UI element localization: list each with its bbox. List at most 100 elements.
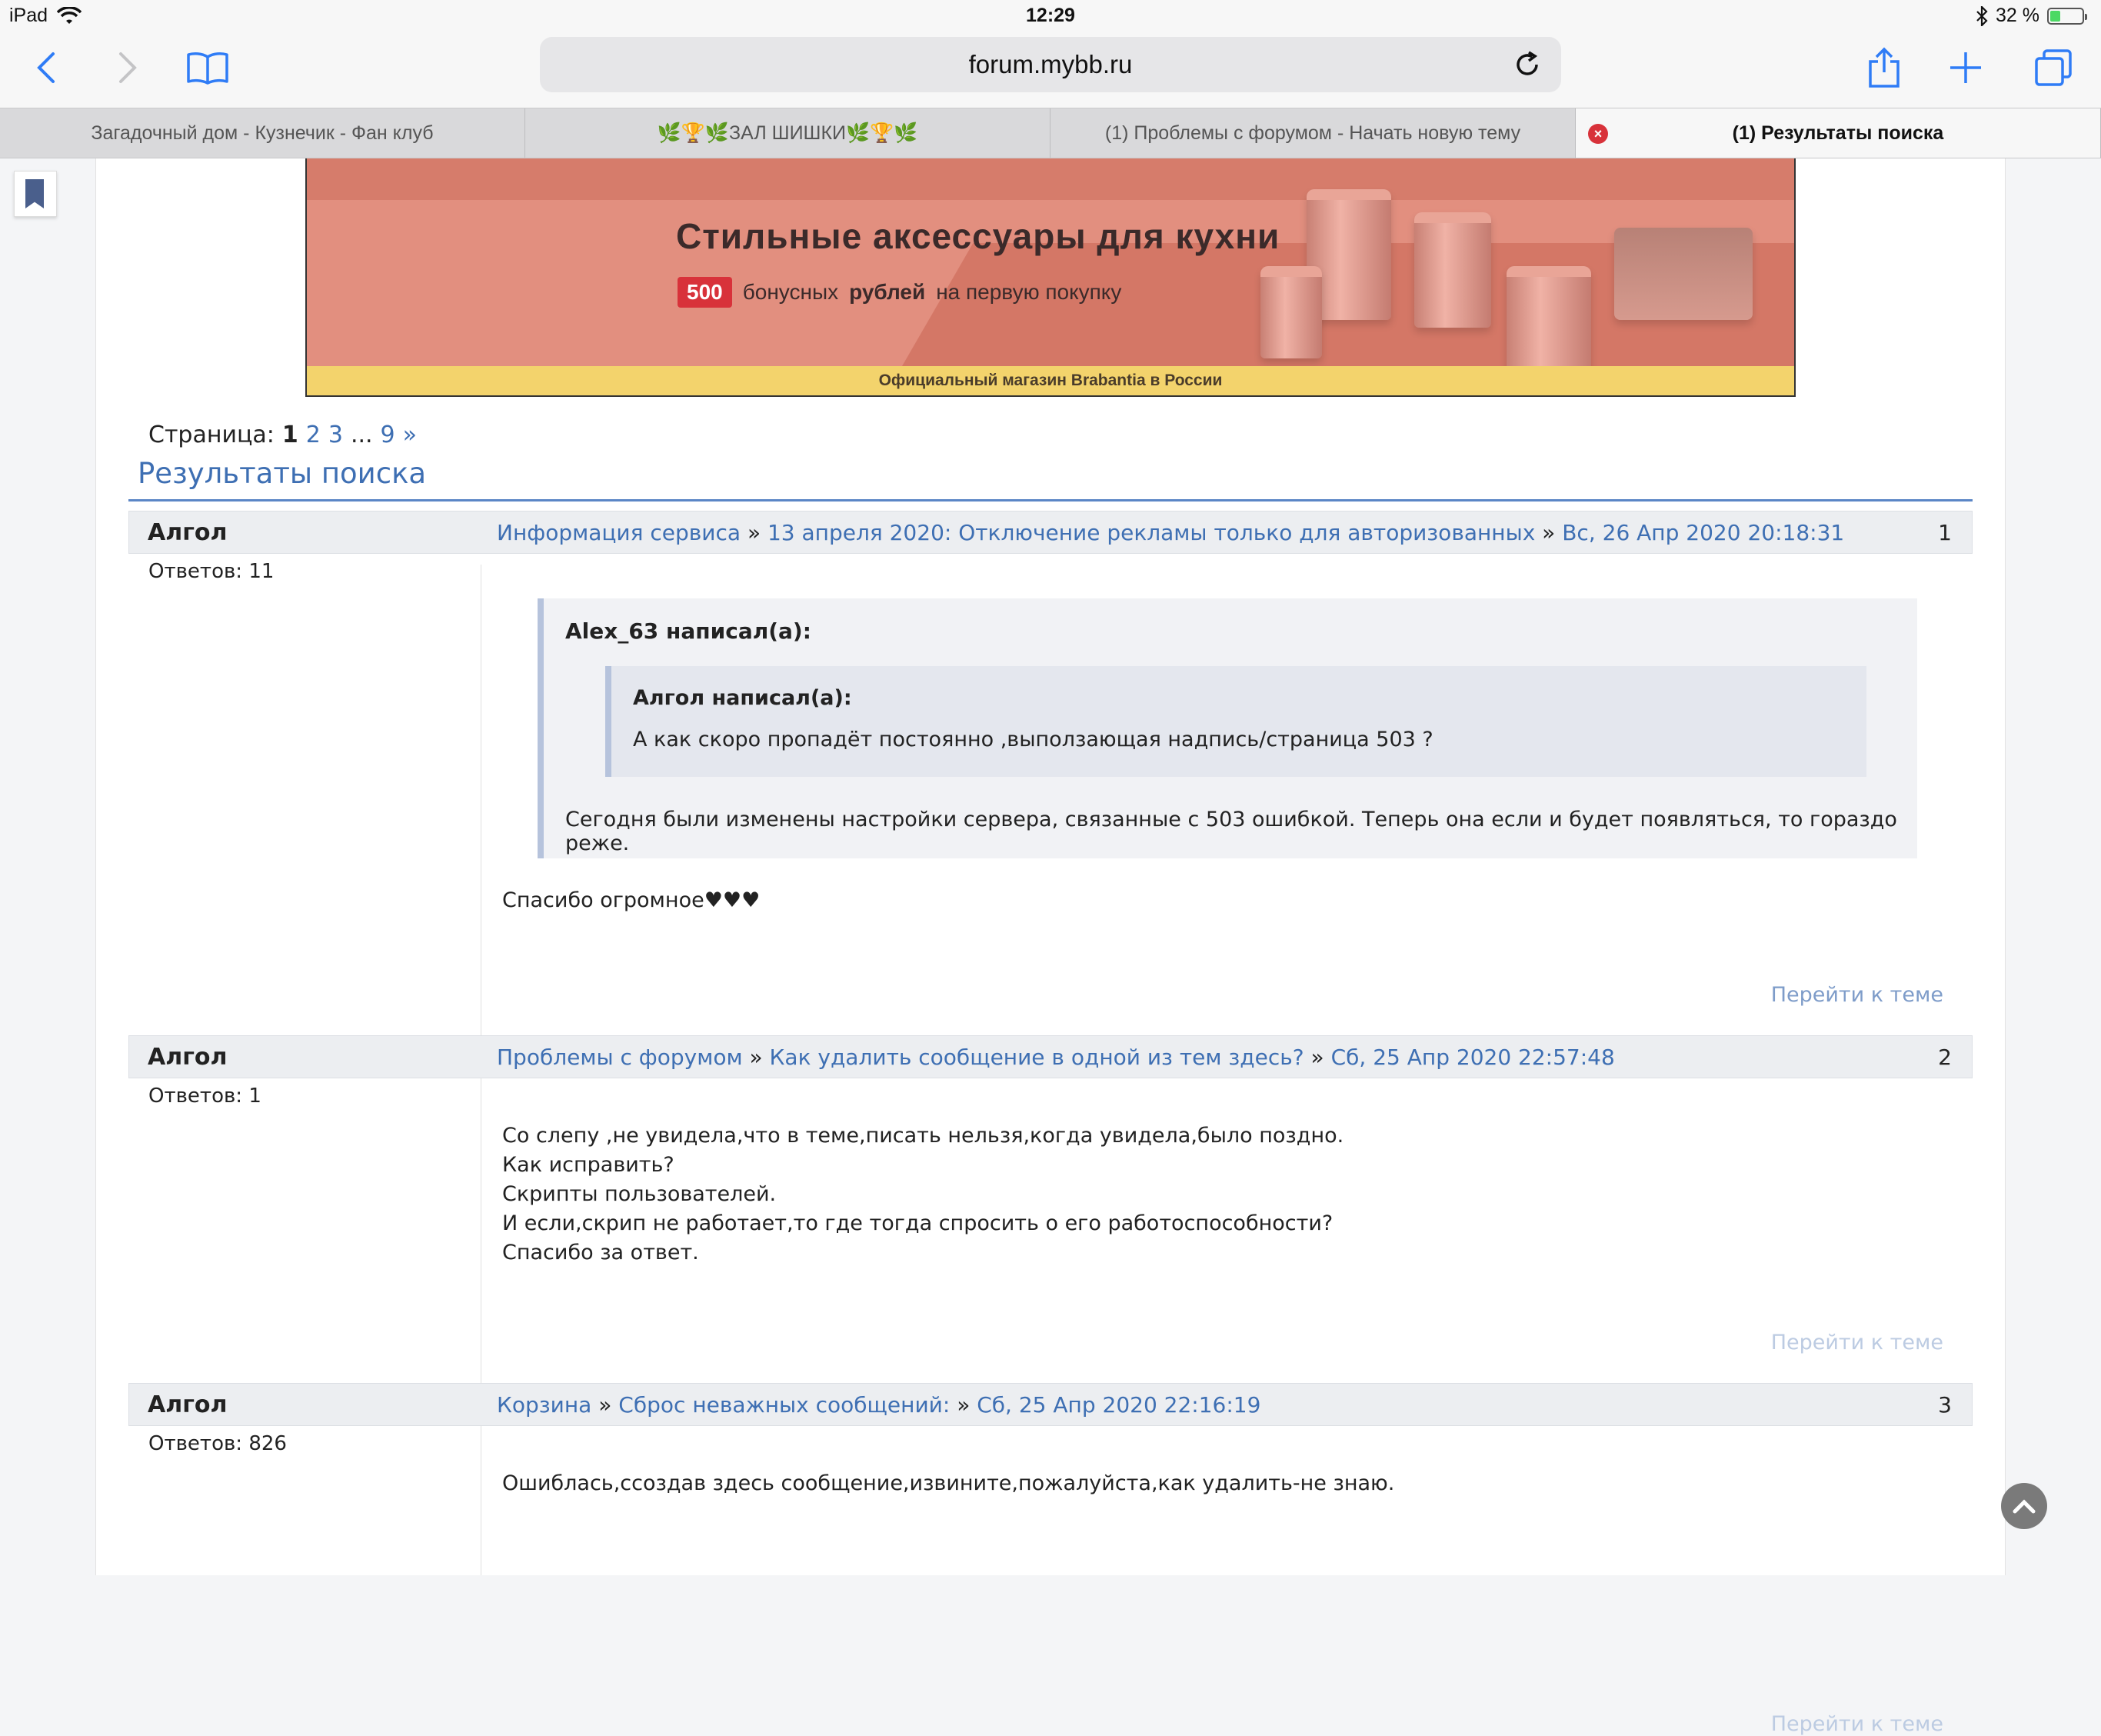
- ad-stripe: [307, 158, 1794, 200]
- bin-image: [1507, 266, 1591, 374]
- topic-link[interactable]: Сброс неважных сообщений:: [618, 1392, 950, 1418]
- tab-bar: Загадочный дом - Кузнечик - Фан клуб 🌿🏆🌿…: [0, 108, 2101, 158]
- post-line: Скрипты пользователей.: [502, 1182, 777, 1206]
- post-header: Алгол Информация сервиса » 13 апреля 202…: [128, 511, 1973, 554]
- breadcrumb-separator: »: [749, 1044, 763, 1070]
- arrow-up-icon: [2013, 1499, 2036, 1514]
- quote-block: Alex_63 написал(а): Алгол написал(а): А …: [538, 598, 1917, 858]
- post-line: Спасибо за ответ.: [502, 1241, 699, 1265]
- reply-count: Ответов: 11: [148, 560, 275, 583]
- post-date-link[interactable]: Вс, 26 Апр 2020 20:18:31: [1562, 520, 1844, 545]
- post-author[interactable]: Алгол: [148, 1391, 227, 1418]
- post-line: Со слепу ,не увидела,что в теме,писать н…: [502, 1124, 1344, 1148]
- page-link-last[interactable]: 9: [381, 422, 395, 448]
- bookmark-toggle[interactable]: [14, 171, 57, 217]
- nested-quote-text: А как скоро пропадёт постоянно ,выползаю…: [633, 728, 1433, 751]
- post-line: И если,скрип не работает,то где тогда сп…: [502, 1211, 1334, 1235]
- pagination-label: Страница:: [148, 422, 275, 448]
- battery-percent: 32 %: [1996, 5, 2039, 26]
- chevron-right-icon[interactable]: [105, 45, 151, 91]
- share-icon[interactable]: [1861, 45, 1907, 91]
- forum-link[interactable]: Проблемы с форумом: [497, 1045, 743, 1070]
- post-number: 3: [1938, 1391, 1952, 1418]
- forum-link[interactable]: Корзина: [497, 1392, 591, 1418]
- ad-banner[interactable]: Стильные аксессуары для кухни 500 бонусн…: [305, 158, 1796, 397]
- forum-link[interactable]: Информация сервиса: [497, 520, 741, 545]
- post-breadcrumb: Проблемы с форумом » Как удалить сообщен…: [497, 1045, 1615, 1070]
- address-bar[interactable]: forum.mybb.ru: [540, 37, 1561, 92]
- post-breadcrumb: Корзина » Сброс неважных сообщений: » Сб…: [497, 1392, 1260, 1418]
- tab-3[interactable]: (1) Проблемы с форумом - Начать новую те…: [1050, 108, 1576, 158]
- reload-icon[interactable]: [1512, 49, 1543, 80]
- ad-sub-pre: бонусных: [742, 280, 839, 304]
- book-icon[interactable]: [185, 45, 231, 91]
- topic-link[interactable]: Как удалить сообщение в одной из тем зде…: [770, 1045, 1304, 1070]
- bin-image: [1414, 212, 1491, 328]
- quote-text: Сегодня были изменены настройки сервера,…: [565, 808, 1897, 855]
- post-header: Алгол Проблемы с форумом » Как удалить с…: [128, 1035, 1973, 1078]
- breadcrumb-separator: »: [957, 1391, 971, 1418]
- close-tab-icon[interactable]: ×: [1588, 124, 1608, 144]
- ad-sub-post: на первую покупку: [936, 280, 1122, 304]
- post-author[interactable]: Алгол: [148, 1044, 227, 1071]
- heading-divider: [128, 499, 1973, 501]
- bluetooth-icon: [1976, 5, 1988, 26]
- bin-image: [1260, 266, 1322, 358]
- post-text: Спасибо огромное♥♥♥: [502, 888, 761, 912]
- nested-quote-block: Алгол написал(а): А как скоро пропадёт п…: [605, 666, 1866, 777]
- tab-1[interactable]: Загадочный дом - Кузнечик - Фан клуб: [0, 108, 525, 158]
- post-breadcrumb: Информация сервиса » 13 апреля 2020: Отк…: [497, 520, 1844, 545]
- chevron-left-icon[interactable]: [23, 45, 69, 91]
- status-bar: iPad 12:29 32 %: [0, 0, 2101, 31]
- ad-badge: 500: [678, 277, 732, 308]
- post-header: Алгол Корзина » Сброс неважных сообщений…: [128, 1383, 1973, 1426]
- go-to-topic-link[interactable]: Перейти к теме: [1771, 1712, 1943, 1736]
- page-link-3[interactable]: 3: [328, 422, 343, 448]
- breadcrumb-separator: »: [747, 519, 761, 545]
- ad-sub-bold: рублей: [849, 280, 926, 304]
- post-date-link[interactable]: Сб, 25 Апр 2020 22:57:48: [1331, 1045, 1615, 1070]
- forum-content: Стильные аксессуары для кухни 500 бонусн…: [95, 158, 2006, 1736]
- post-author[interactable]: Алгол: [148, 519, 227, 546]
- ad-title: Стильные аксессуары для кухни: [676, 216, 1280, 256]
- post-text: Ошиблась,ссоздав здесь сообщение,извинит…: [502, 1471, 1395, 1495]
- battery-icon: [2047, 7, 2087, 25]
- post-text: Со слепу ,не увидела,что в теме,писать н…: [502, 1121, 1344, 1268]
- tab-2[interactable]: 🌿🏆🌿ЗАЛ ШИШКИ🌿🏆🌿: [525, 108, 1050, 158]
- tab-label: (1) Проблемы с форумом - Начать новую те…: [1104, 122, 1521, 144]
- page-title: Результаты поиска: [138, 457, 427, 490]
- page-ellipsis: ...: [350, 422, 373, 448]
- browser-toolbar: forum.mybb.ru: [0, 31, 2101, 108]
- breadcrumb-separator: »: [598, 1391, 612, 1418]
- topic-link[interactable]: 13 апреля 2020: Отключение рекламы тольк…: [767, 520, 1535, 545]
- breadbox-image: [1614, 228, 1753, 320]
- ad-subtitle: 500 бонусных рублей на первую покупку: [678, 277, 1122, 308]
- bookmark-icon: [25, 179, 44, 208]
- pagination: Страница: 1 2 3 ... 9 »: [148, 422, 417, 448]
- go-to-topic-link[interactable]: Перейти к теме: [1771, 983, 1943, 1007]
- post-line: Как исправить?: [502, 1153, 674, 1177]
- page-link-2[interactable]: 2: [306, 422, 321, 448]
- tabs-icon[interactable]: [2030, 45, 2076, 91]
- reply-count: Ответов: 1: [148, 1085, 261, 1108]
- post-number: 2: [1938, 1044, 1952, 1070]
- breadcrumb-separator: »: [1310, 1044, 1324, 1070]
- page-current: 1: [281, 422, 298, 448]
- plus-icon[interactable]: [1943, 45, 1989, 91]
- quote-author: Alex_63 написал(а):: [565, 618, 811, 644]
- clock: 12:29: [1026, 5, 1075, 26]
- tab-4-active[interactable]: × (1) Результаты поиска: [1576, 108, 2101, 158]
- breadcrumb-separator: »: [1542, 519, 1556, 545]
- post-date-link[interactable]: Сб, 25 Апр 2020 22:16:19: [977, 1392, 1260, 1418]
- tab-label: (1) Результаты поиска: [1732, 122, 1944, 144]
- ad-footer: Официальный магазин Brabantia в России: [307, 366, 1794, 395]
- go-to-topic-link[interactable]: Перейти к теме: [1771, 1331, 1943, 1354]
- web-page: Стильные аксессуары для кухни 500 бонусн…: [0, 158, 2101, 1736]
- scroll-to-top-button[interactable]: [2001, 1483, 2047, 1529]
- nested-quote-author: Алгол написал(а):: [633, 686, 852, 710]
- tab-label: Загадочный дом - Кузнечик - Фан клуб: [91, 122, 434, 144]
- reply-count: Ответов: 826: [148, 1432, 287, 1455]
- url-text: forum.mybb.ru: [968, 50, 1133, 78]
- post-number: 1: [1938, 519, 1952, 545]
- page-next-link[interactable]: »: [403, 422, 417, 448]
